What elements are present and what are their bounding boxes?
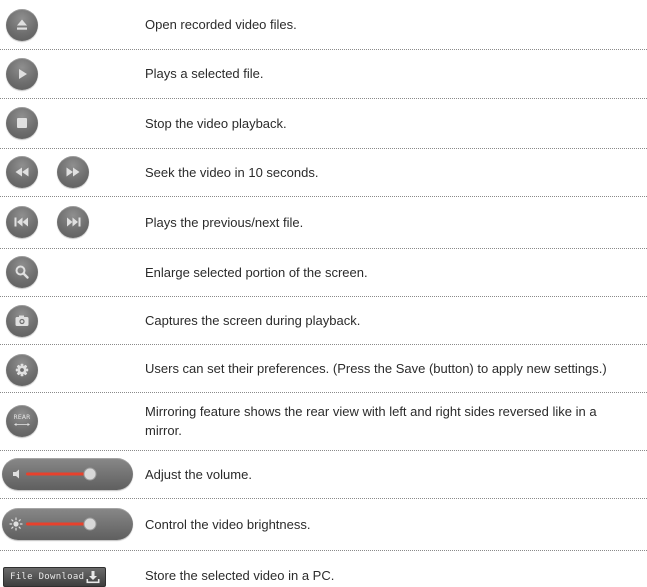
row-description: Stop the video playback. [145,115,287,131]
legend-row-play: Plays a selected file. [0,49,647,99]
fast-forward-icon[interactable] [57,156,89,188]
volume-slider[interactable] [2,458,133,490]
next-file-icon[interactable] [57,206,89,238]
magnifier-icon[interactable] [6,256,38,288]
legend-row-volume: Adjust the volume. [0,450,647,499]
legend-row-brightness: Control the video brightness. [0,498,647,551]
row-icon-area: REAR [0,392,140,450]
legend-row-open: Open recorded video files. [0,0,647,50]
row-icon-area [0,498,140,550]
row-icon-area [0,450,140,498]
row-icon-area [0,196,140,248]
legend-row-settings: Users can set their preferences. (Press … [0,344,647,393]
previous-file-icon[interactable] [6,206,38,238]
row-icon-area [0,344,140,392]
row-icon-area [0,148,140,196]
row-description: Users can set their preferences. (Press … [145,360,607,376]
rear-mirror-icon[interactable]: REAR [6,405,38,437]
row-description: Plays the previous/next file. [145,214,304,230]
row-icon-area: File Download [0,550,140,587]
brightness-slider[interactable] [2,508,133,540]
row-description: Mirroring feature shows the rear view wi… [145,404,597,438]
row-description: Adjust the volume. [145,466,252,482]
play-icon[interactable] [6,58,38,90]
row-icon-area [0,0,140,49]
row-icon-area [0,296,140,344]
legend-row-seek: Seek the video in 10 seconds. [0,148,647,197]
row-icon-area [0,49,140,98]
row-description: Open recorded video files. [145,17,297,32]
eject-icon[interactable] [6,9,38,41]
file-download-button[interactable]: File Download [3,567,106,587]
row-description: Captures the screen during playback. [145,312,361,328]
row-description: Store the selected video in a PC. [145,568,335,583]
gear-icon[interactable] [6,354,38,386]
rewind-icon[interactable] [6,156,38,188]
legend-row-prev-next: Plays the previous/next file. [0,196,647,249]
stop-icon[interactable] [6,107,38,139]
row-description: Plays a selected file. [145,66,264,81]
legend-row-capture: Captures the screen during playback. [0,296,647,345]
legend-row-mirror: REAR Mirroring feature shows the rear vi… [0,392,647,451]
row-icon-area [0,248,140,296]
legend-row-download: File Download Store the selected video i… [0,550,647,587]
legend-row-stop: Stop the video playback. [0,98,647,149]
speaker-icon [13,469,19,479]
row-description: Control the video brightness. [145,516,311,532]
row-description: Seek the video in 10 seconds. [145,164,319,180]
row-description: Enlarge selected portion of the screen. [145,264,368,280]
camera-icon[interactable] [6,305,38,337]
file-download-label: File Download [10,572,85,582]
legend-row-zoom: Enlarge selected portion of the screen. [0,248,647,297]
row-icon-area [0,98,140,148]
download-icon [86,571,100,584]
